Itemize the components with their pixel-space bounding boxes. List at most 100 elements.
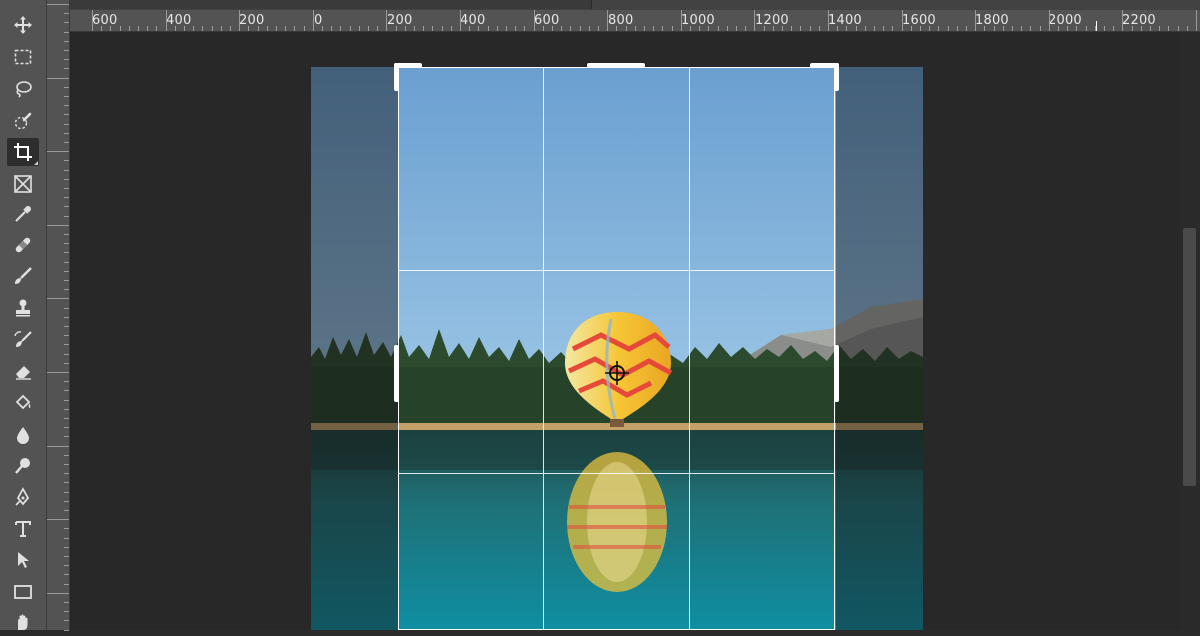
ruler-tick (64, 409, 69, 410)
ruler-tick (64, 280, 69, 281)
ruler-tick (101, 26, 102, 31)
vertical-ruler[interactable] (47, 0, 70, 631)
ruler-tick (1040, 26, 1041, 31)
ruler-tick (1159, 26, 1160, 31)
crop-handle-right[interactable] (834, 345, 839, 402)
ruler-tick (64, 436, 69, 437)
ruler-tick (534, 10, 535, 31)
ruler-tick (64, 464, 69, 465)
ruler-tick (626, 26, 627, 31)
ruler-tick (451, 26, 452, 31)
ruler-tick (64, 243, 69, 244)
ruler-tick (64, 565, 69, 566)
path-selection-tool[interactable] (7, 546, 39, 574)
blur-tool[interactable] (7, 421, 39, 449)
ruler-tick (47, 151, 69, 152)
ruler-tick (184, 26, 185, 31)
ruler-tick (1049, 10, 1050, 31)
ruler-tick (902, 10, 903, 31)
ruler-tick (745, 26, 746, 31)
ruler-tick (64, 114, 69, 115)
ruler-tick (699, 26, 700, 31)
ruler-tick (64, 289, 69, 290)
ruler-tick (340, 26, 341, 31)
ruler-tick (819, 26, 820, 31)
ruler-tick (442, 26, 443, 31)
history-brush-tool[interactable] (7, 326, 39, 354)
ruler-tick (856, 26, 857, 31)
ruler-tick (64, 133, 69, 134)
ruler-tick (1168, 26, 1169, 31)
ruler-tick (1086, 26, 1087, 31)
paint-bucket-tool[interactable] (7, 389, 39, 417)
ruler-tick (64, 390, 69, 391)
scrollbar-thumb[interactable] (1183, 228, 1196, 486)
ruler-tick (957, 26, 958, 31)
ruler-tick (938, 26, 939, 31)
ruler-tick (64, 13, 69, 14)
ruler-tick (64, 556, 69, 557)
document-tab[interactable] (47, 0, 592, 9)
ruler-tick (267, 26, 268, 31)
ruler-label: 200 (387, 13, 413, 28)
brush-tool[interactable] (7, 262, 39, 290)
ruler-tick (47, 593, 69, 594)
ruler-tick (64, 197, 69, 198)
ruler-tick (782, 26, 783, 31)
ruler-tick (690, 26, 691, 31)
ruler-tick (276, 26, 277, 31)
hand-tool[interactable] (7, 608, 39, 636)
ruler-tick (635, 26, 636, 31)
ruler-tick (1178, 26, 1179, 31)
crop-grid-line (398, 270, 835, 271)
type-icon (15, 521, 31, 537)
ruler-tick (64, 574, 69, 575)
clone-stamp-tool[interactable] (7, 294, 39, 322)
horizontal-ruler[interactable]: 600 400 200 0 200 400 600 800 1000 1200 … (70, 10, 1200, 32)
frame-icon (14, 175, 32, 193)
ruler-tick (543, 26, 544, 31)
ruler-tick (64, 400, 69, 401)
ruler-tick (47, 372, 69, 373)
crop-handle-top-left[interactable] (394, 63, 399, 91)
quick-selection-tool[interactable] (7, 107, 39, 135)
crop-tool[interactable] (7, 138, 39, 166)
ruler-tick (386, 10, 387, 31)
ruler-tick (1003, 26, 1004, 31)
ruler-tick (460, 10, 461, 31)
lasso-tool[interactable] (7, 75, 39, 103)
eyedropper-tool[interactable] (7, 200, 39, 228)
ruler-tick (488, 26, 489, 31)
ruler-tick (212, 26, 213, 31)
ruler-tick (64, 271, 69, 272)
ruler-tick (175, 26, 176, 31)
ruler-label: 400 (460, 13, 486, 28)
healing-brush-tool[interactable] (7, 231, 39, 259)
document-tab-strip (47, 0, 1200, 10)
ruler-tick (1187, 26, 1188, 31)
move-tool[interactable] (7, 11, 39, 39)
crop-handle-top-right[interactable] (834, 63, 839, 91)
dodge-tool[interactable] (7, 452, 39, 480)
marquee-tool[interactable] (7, 43, 39, 71)
ruler-tick (1150, 26, 1151, 31)
crop-handle-left[interactable] (394, 345, 399, 402)
ruler-tick (64, 160, 69, 161)
ruler-label: 200 (239, 13, 265, 28)
quick-selection-icon (14, 112, 32, 130)
ruler-tick (1076, 26, 1077, 31)
ruler-tick (607, 10, 608, 31)
type-tool[interactable] (7, 515, 39, 543)
crop-box[interactable] (398, 67, 835, 630)
pen-tool[interactable] (7, 483, 39, 511)
eraser-tool[interactable] (7, 357, 39, 385)
ruler-tick (64, 32, 69, 33)
frame-tool[interactable] (7, 170, 39, 198)
ruler-tick (64, 105, 69, 106)
ruler-tick (64, 510, 69, 511)
ruler-tick (1021, 26, 1022, 31)
ruler-tick (147, 26, 148, 31)
crop-handle-top[interactable] (587, 63, 645, 68)
ruler-tick (47, 225, 69, 226)
rectangle-tool[interactable] (7, 578, 39, 606)
